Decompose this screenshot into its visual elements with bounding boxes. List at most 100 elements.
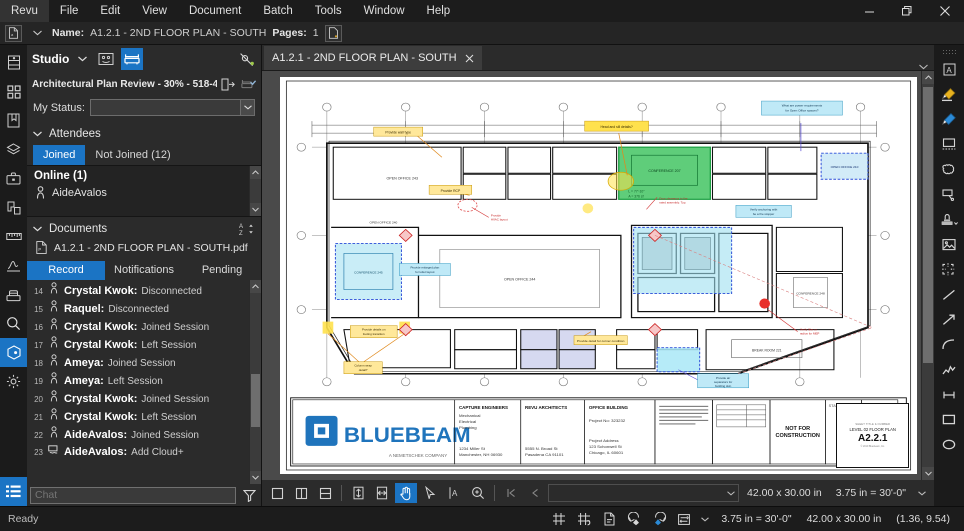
record-row[interactable]: 23 AideAvalos: Add Cloud+ (27, 442, 261, 459)
close-button[interactable] (926, 0, 964, 22)
sidebar-tiles[interactable] (0, 77, 27, 106)
connected-link-icon[interactable] (238, 50, 256, 68)
minimize-button[interactable] (850, 0, 888, 22)
toolbar-overflow-button[interactable] (914, 483, 930, 503)
sync-view-button[interactable] (673, 509, 695, 529)
scroll-thumb[interactable] (251, 374, 260, 427)
sidebar-toolchest[interactable] (0, 164, 27, 193)
menu-edit[interactable]: Edit (89, 0, 131, 22)
tab-overflow-button[interactable] (919, 64, 934, 70)
filter-icon[interactable] (240, 486, 258, 504)
attendees-scrollbar[interactable] (249, 166, 261, 216)
record-row[interactable]: 17 Crystal Kwok: Left Session (27, 334, 261, 352)
record-list[interactable]: 14 Crystal Kwok: Disconnected 15 Raquel:… (27, 280, 261, 484)
page-setup-button[interactable] (598, 509, 620, 529)
document-dropdown-button[interactable] (28, 24, 46, 42)
record-row[interactable]: 18 Ameya: Joined Session (27, 352, 261, 370)
record-row[interactable]: 15 Raquel: Disconnected (27, 298, 261, 316)
polyline-tool[interactable] (936, 357, 962, 382)
callout-tool[interactable] (936, 182, 962, 207)
scroll-up-arrow[interactable] (250, 280, 261, 293)
line-tool[interactable] (936, 282, 962, 307)
scroll-thumb[interactable] (923, 87, 933, 363)
add-page-button[interactable] (325, 25, 342, 42)
pdf-page[interactable]: CONFERENCE 207 L = 77'-10" A = 376 sf OP… (280, 77, 917, 474)
split-vertical-view[interactable] (290, 483, 312, 503)
fit-width[interactable] (371, 483, 393, 503)
sidebar-stamps[interactable] (0, 280, 27, 309)
menu-tools[interactable]: Tools (304, 0, 353, 22)
sidebar-thumbnails[interactable] (0, 48, 27, 77)
tab-pending[interactable]: Pending (183, 261, 261, 280)
canvas-area[interactable]: CONFERENCE 207 L = 77'-10" A = 376 sf OP… (262, 71, 934, 480)
page-number-field[interactable] (548, 484, 739, 502)
grid-snap-button[interactable] (548, 509, 570, 529)
stamp-tool[interactable] (936, 207, 962, 232)
split-horizontal-view[interactable] (314, 483, 336, 503)
leave-session-icon[interactable] (221, 75, 237, 93)
scroll-up-arrow[interactable] (922, 71, 934, 84)
tab-joined[interactable]: Joined (33, 145, 85, 165)
sort-az-icon[interactable]: A Z (239, 222, 255, 236)
text-select-tool[interactable]: A (443, 483, 465, 503)
menu-document[interactable]: Document (178, 0, 252, 22)
snap-to-content-button[interactable] (573, 509, 595, 529)
document-tab[interactable]: A1.2.1 - 2ND FLOOR PLAN - SOUTH (264, 46, 482, 70)
record-row[interactable]: 19 Ameya: Left Session (27, 370, 261, 388)
page-scrollbar[interactable] (921, 71, 934, 480)
document-list-item[interactable]: P A1.2.1 - 2ND FLOOR PLAN - SOUTH.pdf (27, 238, 261, 261)
documents-section-header[interactable]: Documents A Z (27, 217, 261, 238)
tab-record[interactable]: Record (27, 261, 105, 280)
text-box-tool[interactable]: A (936, 57, 962, 82)
sidebar-chat-list[interactable] (0, 477, 27, 506)
arc-tool[interactable] (936, 332, 962, 357)
sidebar-layers[interactable] (0, 135, 27, 164)
sidebar-signature[interactable] (0, 251, 27, 280)
menu-view[interactable]: View (131, 0, 178, 22)
sidebar-settings[interactable] (0, 367, 27, 396)
previous-page[interactable] (524, 483, 546, 503)
cloud-tool[interactable] (936, 157, 962, 182)
select-tool[interactable] (419, 483, 441, 503)
scroll-track[interactable] (250, 293, 261, 471)
zoom-tool[interactable] (467, 483, 489, 503)
sidebar-measurements[interactable] (0, 222, 27, 251)
ellipse-tool[interactable] (936, 432, 962, 457)
attendees-section-header[interactable]: Attendees (27, 123, 261, 145)
menu-revu[interactable]: Revu (0, 0, 49, 22)
footer-overflow-button[interactable] (698, 509, 712, 529)
my-status-select[interactable] (90, 99, 255, 116)
chat-input[interactable] (30, 487, 236, 504)
chevron-down-icon[interactable] (73, 50, 91, 68)
sidebar-bookmarks[interactable] (0, 106, 27, 135)
pan-tool[interactable] (395, 483, 417, 503)
chevron-down-icon[interactable] (240, 100, 254, 115)
rotate-right-button[interactable] (648, 509, 670, 529)
studio-projects-icon[interactable] (95, 48, 117, 70)
first-page[interactable] (500, 483, 522, 503)
record-row[interactable]: 16 Crystal Kwok: Joined Session (27, 316, 261, 334)
scroll-up-arrow[interactable] (250, 166, 261, 179)
menu-batch[interactable]: Batch (252, 0, 303, 22)
arrow-tool[interactable] (936, 307, 962, 332)
scroll-down-arrow[interactable] (250, 203, 261, 216)
close-icon[interactable] (465, 54, 474, 63)
sidebar-studio[interactable] (0, 338, 27, 367)
snapshot-tool[interactable] (936, 132, 962, 157)
pdf-page-container[interactable]: CONFERENCE 207 L = 77'-10" A = 376 sf OP… (262, 71, 921, 480)
rotate-left-button[interactable] (623, 509, 645, 529)
menu-file[interactable]: File (49, 0, 90, 22)
record-row[interactable]: 14 Crystal Kwok: Disconnected (27, 280, 261, 298)
menu-help[interactable]: Help (416, 0, 462, 22)
sidebar-markups[interactable] (0, 193, 27, 222)
chevron-down-icon[interactable] (724, 491, 738, 496)
scroll-track[interactable] (250, 179, 261, 203)
record-row[interactable]: 20 Crystal Kwok: Joined Session (27, 388, 261, 406)
pen-tool[interactable] (936, 107, 962, 132)
scroll-down-arrow[interactable] (250, 471, 261, 484)
attendee-row[interactable]: AideAvalos (27, 184, 261, 205)
record-row[interactable]: 22 AideAvalos: Joined Session (27, 424, 261, 442)
rail-grip[interactable] (942, 49, 956, 54)
document-properties-button[interactable]: a (5, 25, 22, 42)
scroll-track[interactable] (922, 84, 934, 467)
